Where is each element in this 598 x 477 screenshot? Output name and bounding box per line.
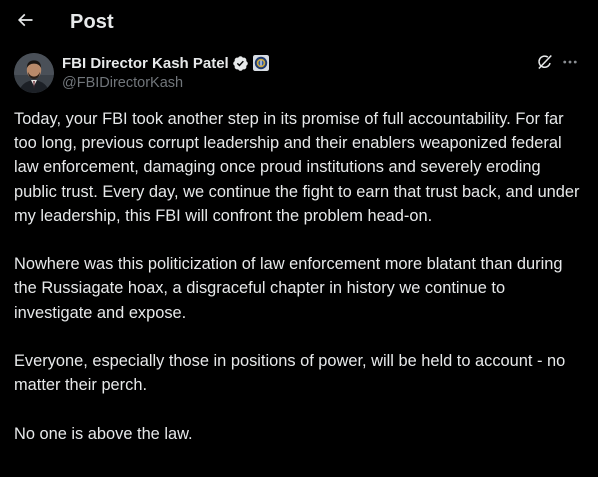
post-text: Today, your FBI took another step in its… <box>14 107 584 446</box>
fbi-seal-icon[interactable] <box>252 55 269 71</box>
author-display-name[interactable]: FBI Director Kash Patel <box>62 55 229 72</box>
grok-icon <box>536 53 554 76</box>
more-horizontal-icon <box>561 53 579 76</box>
verified-badge-icon[interactable] <box>232 55 249 72</box>
avatar[interactable] <box>14 53 54 93</box>
page-title: Post <box>70 11 114 33</box>
post-paragraph: Everyone, especially those in positions … <box>14 352 566 395</box>
back-button[interactable] <box>12 9 38 35</box>
arrow-left-icon <box>15 10 35 35</box>
author-handle[interactable]: @FBIDirectorKash <box>62 75 183 91</box>
post-author-row: FBI Director Kash Patel @FBIDirectorKash <box>14 53 584 95</box>
post-header: Post <box>0 0 598 46</box>
post-paragraph: Nowhere was this politicization of law e… <box>14 255 563 322</box>
post-paragraph: Today, your FBI took another step in its… <box>14 110 580 225</box>
author-name-line: FBI Director Kash Patel <box>62 54 269 72</box>
post-paragraph: No one is above the law. <box>14 424 193 443</box>
more-options-button[interactable] <box>559 53 581 75</box>
grok-button[interactable] <box>534 53 556 75</box>
